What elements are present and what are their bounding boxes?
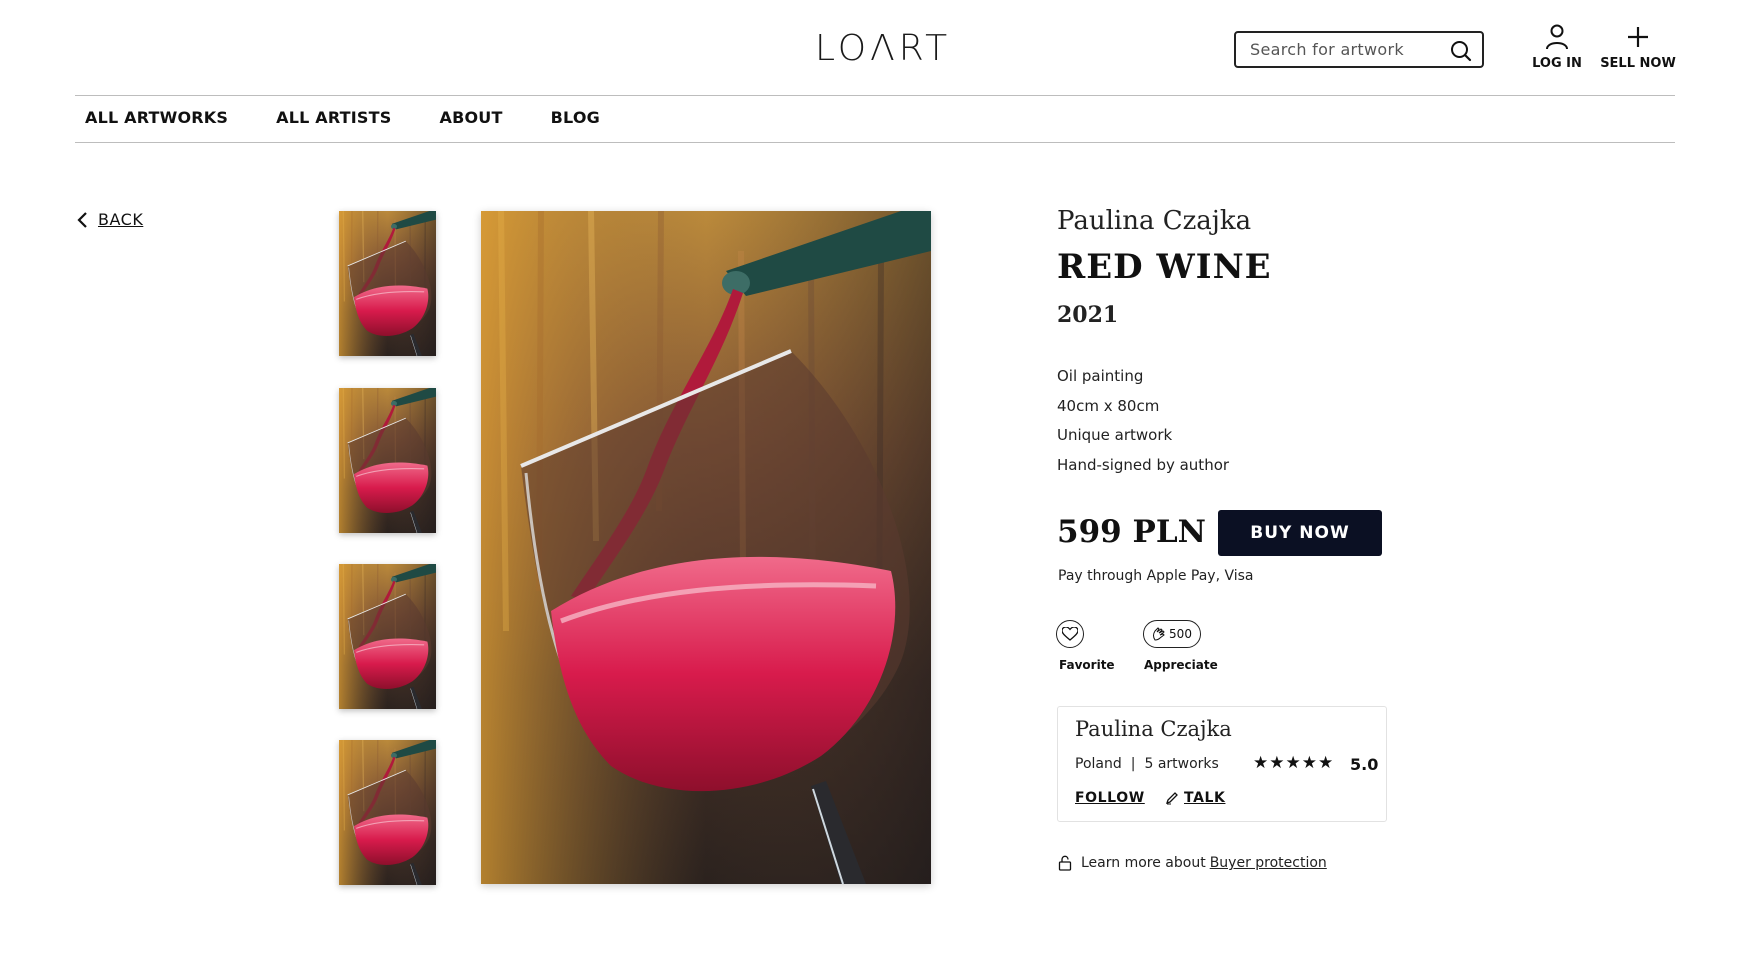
appreciate-button[interactable]: 500: [1143, 620, 1201, 648]
back-label: BACK: [98, 210, 144, 229]
spec-signature: Hand-signed by author: [1057, 455, 1230, 474]
nav-blog[interactable]: BLOG: [551, 108, 600, 132]
payment-note: Pay through Apple Pay, Visa: [1058, 568, 1254, 584]
artwork-year: 2021: [1057, 302, 1119, 328]
talk-button[interactable]: TALK: [1165, 790, 1225, 806]
pencil-icon: [1165, 792, 1178, 805]
rating-value: 5.0: [1350, 755, 1379, 774]
spec-dimensions: 40cm x 80cm: [1057, 396, 1160, 415]
search-icon[interactable]: [1450, 40, 1472, 66]
favorite-label: Favorite: [1059, 658, 1115, 672]
meta-separator: |: [1130, 756, 1136, 772]
artwork-specs: Oil painting 40cm x 80cm Unique artwork …: [1057, 367, 1229, 485]
protection-text: Learn more about: [1081, 855, 1206, 871]
chevron-left-icon: [77, 211, 87, 228]
artist-meta: Poland | 5 artworks: [1075, 756, 1219, 772]
nav-about[interactable]: ABOUT: [440, 108, 503, 132]
talk-label: TALK: [1184, 790, 1226, 806]
thumbnail-1[interactable]: [339, 211, 436, 356]
main-nav: ALL ARTWORKS ALL ARTISTS ABOUT BLOG: [75, 108, 638, 132]
favorite-button[interactable]: [1056, 620, 1084, 648]
buyer-protection-link[interactable]: Buyer protection: [1210, 855, 1327, 871]
login-button[interactable]: LOG IN: [1517, 24, 1597, 71]
artist-country: Poland: [1075, 756, 1122, 772]
buyer-protection: Learn more about Buyer protection: [1058, 855, 1327, 871]
clap-icon: [1153, 627, 1165, 641]
buy-now-button[interactable]: BUY NOW: [1218, 510, 1382, 556]
artist-card: Paulina Czajka Poland | 5 artworks ★★★★★ 5…: [1057, 706, 1387, 822]
nav-all-artists[interactable]: ALL ARTISTS: [276, 108, 391, 132]
plus-icon: [1628, 27, 1648, 47]
login-label: LOG IN: [1532, 56, 1582, 71]
spec-medium: Oil painting: [1057, 367, 1144, 385]
sell-now-label: SELL NOW: [1600, 56, 1676, 71]
lock-icon: [1058, 855, 1072, 871]
main-artwork-image[interactable]: [481, 211, 931, 884]
heart-icon: [1062, 627, 1078, 641]
spec-uniqueness: Unique artwork: [1057, 426, 1173, 444]
header-divider: [75, 95, 1675, 96]
artist-artworks-count[interactable]: 5 artworks: [1144, 756, 1218, 772]
nav-divider: [75, 142, 1675, 143]
thumbnail-2[interactable]: [339, 388, 436, 533]
user-icon: [1546, 24, 1568, 50]
price: 599 PLN: [1057, 514, 1206, 550]
thumbnail-3[interactable]: [339, 564, 436, 709]
sell-now-button[interactable]: SELL NOW: [1598, 24, 1678, 71]
site-logo[interactable]: LOΛRT: [815, 28, 951, 69]
artist-name[interactable]: Paulina Czajka: [1057, 206, 1251, 236]
rating-stars: ★★★★★: [1253, 753, 1335, 773]
follow-button[interactable]: FOLLOW: [1075, 790, 1145, 806]
artwork-title: RED WINE: [1057, 247, 1272, 287]
thumbnail-4[interactable]: [339, 740, 436, 885]
appreciate-count: 500: [1169, 627, 1192, 641]
appreciate-label: Appreciate: [1144, 658, 1218, 672]
card-artist-name[interactable]: Paulina Czajka: [1075, 717, 1232, 741]
search-input[interactable]: [1236, 40, 1450, 59]
back-link[interactable]: BACK: [76, 210, 143, 229]
search-box[interactable]: [1234, 31, 1484, 68]
nav-all-artworks[interactable]: ALL ARTWORKS: [85, 108, 228, 132]
